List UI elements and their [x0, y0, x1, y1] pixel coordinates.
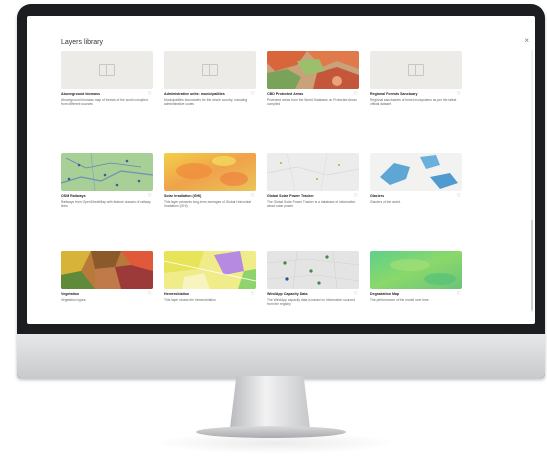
- layer-thumbnail: [370, 251, 462, 289]
- book-icon: [202, 64, 218, 76]
- heart-icon[interactable]: ♡: [148, 291, 152, 297]
- layer-description: Regional sanctuaries of forest ecosystem…: [370, 98, 457, 107]
- layer-description: Aboveground biomass map of forests of th…: [61, 98, 148, 107]
- layer-description: The WindApp capacity data is based on in…: [267, 298, 355, 307]
- scrollbar[interactable]: [531, 50, 533, 312]
- monitor-stand: [230, 376, 310, 428]
- stage: Layers library × Aboveground biomass ♡ A…: [0, 0, 547, 458]
- monitor-chin: [17, 334, 545, 378]
- layer-description: This layer presents long-term averages o…: [164, 200, 252, 209]
- heart-icon[interactable]: ♡: [457, 193, 461, 199]
- screen: Layers library × Aboveground biomass ♡ A…: [27, 16, 535, 324]
- scrollbar-thumb[interactable]: [531, 220, 533, 310]
- heart-icon[interactable]: ♡: [354, 91, 358, 97]
- layer-thumbnail: [370, 153, 462, 191]
- heart-icon[interactable]: ♡: [148, 91, 152, 97]
- layer-name: Regional Forests Sanctuary: [370, 92, 418, 96]
- layer-thumbnail: [164, 153, 256, 191]
- heart-icon[interactable]: ♡: [148, 193, 152, 199]
- book-icon: [99, 64, 115, 76]
- layer-name: CBD Protected Areas: [267, 92, 304, 96]
- monitor-base: [196, 426, 346, 438]
- layer-name: Vegetation: [61, 292, 80, 296]
- page-title: Layers library: [61, 39, 104, 46]
- layer-name: Administrative units: municipalities: [164, 92, 225, 96]
- layer-description: Protected areas from the World Database …: [267, 98, 357, 107]
- heart-icon[interactable]: ♡: [251, 91, 255, 97]
- layer-thumbnail: [370, 51, 462, 89]
- layer-name: Global Solar Power Tracker: [267, 194, 314, 198]
- layer-thumbnail: [267, 153, 359, 191]
- layer-thumbnail: [164, 51, 256, 89]
- layer-name: Aboveground biomass: [61, 92, 100, 96]
- layer-description: Glaciers of the world.: [370, 200, 401, 204]
- heart-icon[interactable]: ♡: [251, 291, 255, 297]
- layer-thumbnail: [267, 251, 359, 289]
- heart-icon[interactable]: ♡: [457, 91, 461, 97]
- layer-name: Solar Irradiation (GHI): [164, 194, 202, 198]
- layer-description: Municipalities boundaries for the whole …: [164, 98, 248, 107]
- layer-description: The performance of the model over time.: [370, 298, 430, 302]
- layer-description: Vegetation types.: [61, 298, 87, 302]
- layer-name: OSM Railways: [61, 194, 86, 198]
- monitor: Layers library × Aboveground biomass ♡ A…: [17, 4, 545, 378]
- heart-icon[interactable]: ♡: [354, 193, 358, 199]
- heart-icon[interactable]: ♡: [354, 291, 358, 297]
- heart-icon[interactable]: ♡: [457, 291, 461, 297]
- layer-thumbnail: [61, 51, 153, 89]
- layer-description: The Global Solar Power Tracker is a data…: [267, 200, 356, 209]
- layer-thumbnail: [164, 251, 256, 289]
- book-icon: [408, 64, 424, 76]
- layer-thumbnail: [267, 51, 359, 89]
- layer-name: Degradation Map: [370, 292, 400, 296]
- layer-description: Railways from OpenStreetMap with feature…: [61, 200, 151, 209]
- layer-name: WindApp Capacity Data: [267, 292, 308, 296]
- layer-name: Glaciers: [370, 194, 385, 198]
- close-icon[interactable]: ×: [524, 36, 529, 45]
- layer-thumbnail: [61, 251, 153, 289]
- layer-thumbnail: [61, 153, 153, 191]
- layer-description: This layer shows the hemerobiation: [164, 298, 216, 302]
- heart-icon[interactable]: ♡: [251, 193, 255, 199]
- layer-name: Hemerobiation: [164, 292, 190, 296]
